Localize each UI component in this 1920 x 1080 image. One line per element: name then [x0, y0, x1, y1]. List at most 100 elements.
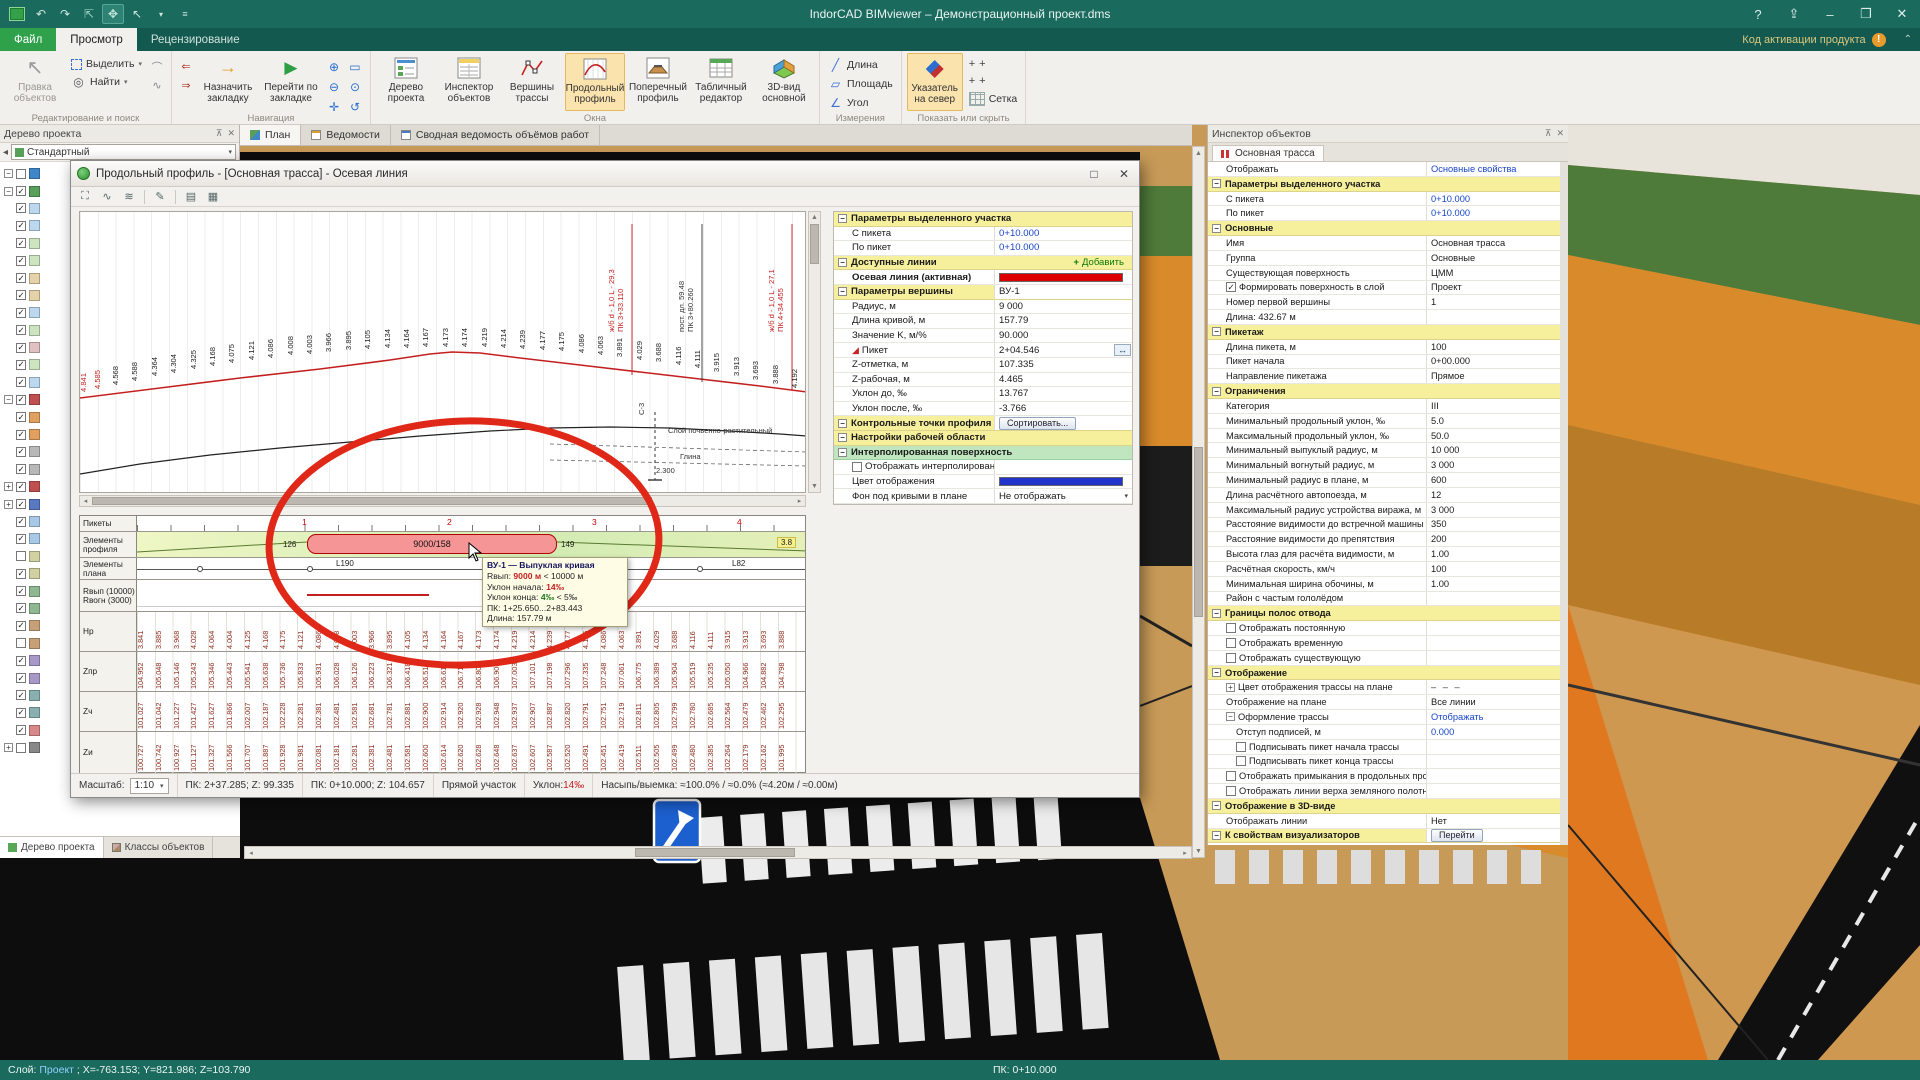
- checkbox[interactable]: ✓: [1226, 282, 1236, 292]
- tab-file[interactable]: Файл: [0, 28, 56, 51]
- expander-icon[interactable]: −: [1212, 831, 1221, 840]
- map-3d-view[interactable]: [1568, 125, 1920, 1060]
- add-line-button[interactable]: +Добавить: [1073, 256, 1132, 270]
- goto-bookmark-button[interactable]: ▶ Перейти по закладке: [261, 53, 321, 111]
- property-row[interactable]: Длина расчётного автопоезда, м12: [1208, 488, 1560, 503]
- pickets-band[interactable]: 1234: [137, 516, 805, 531]
- app-menu-icon[interactable]: [6, 4, 28, 24]
- expander-icon[interactable]: −: [1212, 609, 1221, 618]
- tree-item-checkbox[interactable]: [16, 743, 26, 753]
- property-row[interactable]: Осевая линия (активная): [834, 270, 1132, 285]
- property-group-header[interactable]: −Пикетаж: [1208, 325, 1560, 340]
- property-row[interactable]: Длина кривой, м157.79: [834, 314, 1132, 329]
- property-row[interactable]: Минимальный выпуклый радиус, м10 000: [1208, 443, 1560, 458]
- object-inspector-button[interactable]: Инспектор объектов: [439, 53, 499, 111]
- property-row[interactable]: Отступ подписей, м0.000: [1208, 725, 1560, 740]
- minimize-button[interactable]: –: [1812, 0, 1848, 28]
- find-button[interactable]: ◎ Найти ▾: [68, 74, 145, 90]
- tab-plan[interactable]: План: [240, 125, 301, 145]
- zoom-out-icon[interactable]: ⊖: [324, 77, 344, 96]
- profile-elements-band[interactable]: 9000/158 126 149 3.8: [137, 532, 805, 557]
- expander-icon[interactable]: −: [1212, 179, 1221, 188]
- tab-project-tree[interactable]: Дерево проекта: [0, 837, 104, 858]
- tree-item-checkbox[interactable]: ✓: [16, 534, 26, 544]
- map-horizontal-scrollbar[interactable]: ◂ ▸: [244, 846, 1192, 859]
- property-row[interactable]: Уклон после, ‰-3.766: [834, 402, 1132, 417]
- measure-area-button[interactable]: ▱ Площадь: [825, 76, 896, 92]
- property-group-header[interactable]: −Доступные линии+Добавить: [834, 256, 1132, 271]
- expander-icon[interactable]: −: [1212, 801, 1221, 810]
- tree-item-checkbox[interactable]: ✓: [16, 325, 26, 335]
- pin-icon[interactable]: ⊼: [216, 128, 223, 139]
- chevron-down-icon[interactable]: ▾: [1124, 492, 1128, 500]
- property-row[interactable]: Направление пикетажаПрямое: [1208, 369, 1560, 384]
- property-row[interactable]: По пикет0+10.000: [834, 241, 1132, 256]
- prev-bookmark-icon[interactable]: ⇐: [177, 58, 195, 75]
- tree-item-checkbox[interactable]: ✓: [16, 725, 26, 735]
- add-item-button-2[interactable]: ++: [966, 74, 1021, 88]
- tree-item-checkbox[interactable]: ✓: [16, 221, 26, 231]
- folder-icon[interactable]: ▤: [181, 188, 201, 205]
- fit-view-icon[interactable]: ⛶: [75, 188, 95, 205]
- property-row[interactable]: Радиус, м9 000: [834, 300, 1132, 315]
- property-row[interactable]: Пикет начала0+00.000: [1208, 355, 1560, 370]
- tree-item-checkbox[interactable]: ✓: [16, 586, 26, 596]
- property-row[interactable]: По пикет0+10.000: [1208, 206, 1560, 221]
- property-row[interactable]: Номер первой вершины1: [1208, 295, 1560, 310]
- go-to-visualizers-button[interactable]: Перейти: [1431, 829, 1483, 842]
- tree-item-checkbox[interactable]: ✓: [16, 290, 26, 300]
- tab-main-route[interactable]: Основная трасса: [1212, 145, 1324, 161]
- profile-chart[interactable]: 4.8414.5854.5684.5884.3644.3044.3254.168…: [79, 211, 806, 493]
- pin-icon[interactable]: ⊼: [1545, 128, 1552, 139]
- tree-item-checkbox[interactable]: ✓: [16, 656, 26, 666]
- tree-item-checkbox[interactable]: [16, 551, 26, 561]
- tree-item-checkbox[interactable]: ✓: [16, 673, 26, 683]
- project-tree-button[interactable]: Дерево проекта: [376, 53, 436, 111]
- tree-view-combobox[interactable]: Стандартный ▾: [11, 144, 236, 160]
- ribbon-collapse-icon[interactable]: ⌃: [1896, 28, 1920, 51]
- close-icon[interactable]: ✕: [227, 128, 235, 139]
- redo-icon[interactable]: ↷: [54, 4, 76, 24]
- property-row[interactable]: Район с частым гололёдом: [1208, 592, 1560, 607]
- expander-icon[interactable]: −: [838, 433, 847, 442]
- checkbox[interactable]: [1226, 786, 1236, 796]
- edit-objects-button[interactable]: ↖ Правка объектов: [5, 53, 65, 111]
- activation-notice[interactable]: Код активации продукта !: [1742, 28, 1895, 51]
- profile-layers-icon[interactable]: ≋: [119, 188, 139, 205]
- property-row[interactable]: КатегорияIII: [1208, 399, 1560, 414]
- color-swatch[interactable]: [999, 273, 1123, 282]
- tab-reports[interactable]: Ведомости: [301, 125, 391, 145]
- property-group-header[interactable]: −Границы полос отвода: [1208, 606, 1560, 621]
- tree-back-icon[interactable]: ◂: [3, 147, 8, 158]
- zoom-in-icon[interactable]: ⊕: [324, 57, 344, 76]
- plan-elements-band[interactable]: L190L80L82: [137, 558, 805, 579]
- tree-item-checkbox[interactable]: ✓: [16, 517, 26, 527]
- property-row[interactable]: ✓Формировать поверхность в слойПроект: [1208, 281, 1560, 296]
- expander-icon[interactable]: −: [1212, 327, 1221, 336]
- property-row[interactable]: С пикета0+10.000: [1208, 192, 1560, 207]
- help-icon[interactable]: ?: [1740, 0, 1776, 28]
- tree-item-checkbox[interactable]: ✓: [16, 464, 26, 474]
- table-editor-button[interactable]: Табличный редактор: [691, 53, 751, 111]
- property-row[interactable]: Минимальный продольный уклон, ‰5.0: [1208, 414, 1560, 429]
- property-row[interactable]: ◢Пикет2+04.546↔: [834, 343, 1132, 358]
- property-row[interactable]: Фон под кривыми в планеНе отображать▾: [834, 489, 1132, 504]
- checkbox[interactable]: [1226, 638, 1236, 648]
- tab-view[interactable]: Просмотр: [56, 28, 137, 51]
- tree-item-checkbox[interactable]: ✓: [16, 621, 26, 631]
- measure-angle-button[interactable]: ∠ Угол: [825, 95, 896, 111]
- property-row[interactable]: Значение K, м/%90.000: [834, 329, 1132, 344]
- property-row[interactable]: Отображать временную: [1208, 636, 1560, 651]
- radius-band[interactable]: [137, 580, 805, 611]
- property-row[interactable]: Подписывать пикет начала трассы: [1208, 740, 1560, 755]
- property-row[interactable]: ОтображатьОсновные свойства: [1208, 162, 1560, 177]
- expander-icon[interactable]: −: [4, 187, 13, 196]
- tree-item-checkbox[interactable]: ✓: [16, 395, 26, 405]
- grid-toggle-button[interactable]: Сетка: [966, 91, 1021, 107]
- property-row[interactable]: Уклон до, ‰13.767: [834, 387, 1132, 402]
- property-row[interactable]: Длина: 432.67 м: [1208, 310, 1560, 325]
- property-group-header[interactable]: −Параметры выделенного участка: [1208, 177, 1560, 192]
- profile-window-titlebar[interactable]: Продольный профиль - [Основная трасса] -…: [71, 161, 1139, 187]
- tree-item-checkbox[interactable]: ✓: [16, 708, 26, 718]
- tree-item-checkbox[interactable]: [16, 638, 26, 648]
